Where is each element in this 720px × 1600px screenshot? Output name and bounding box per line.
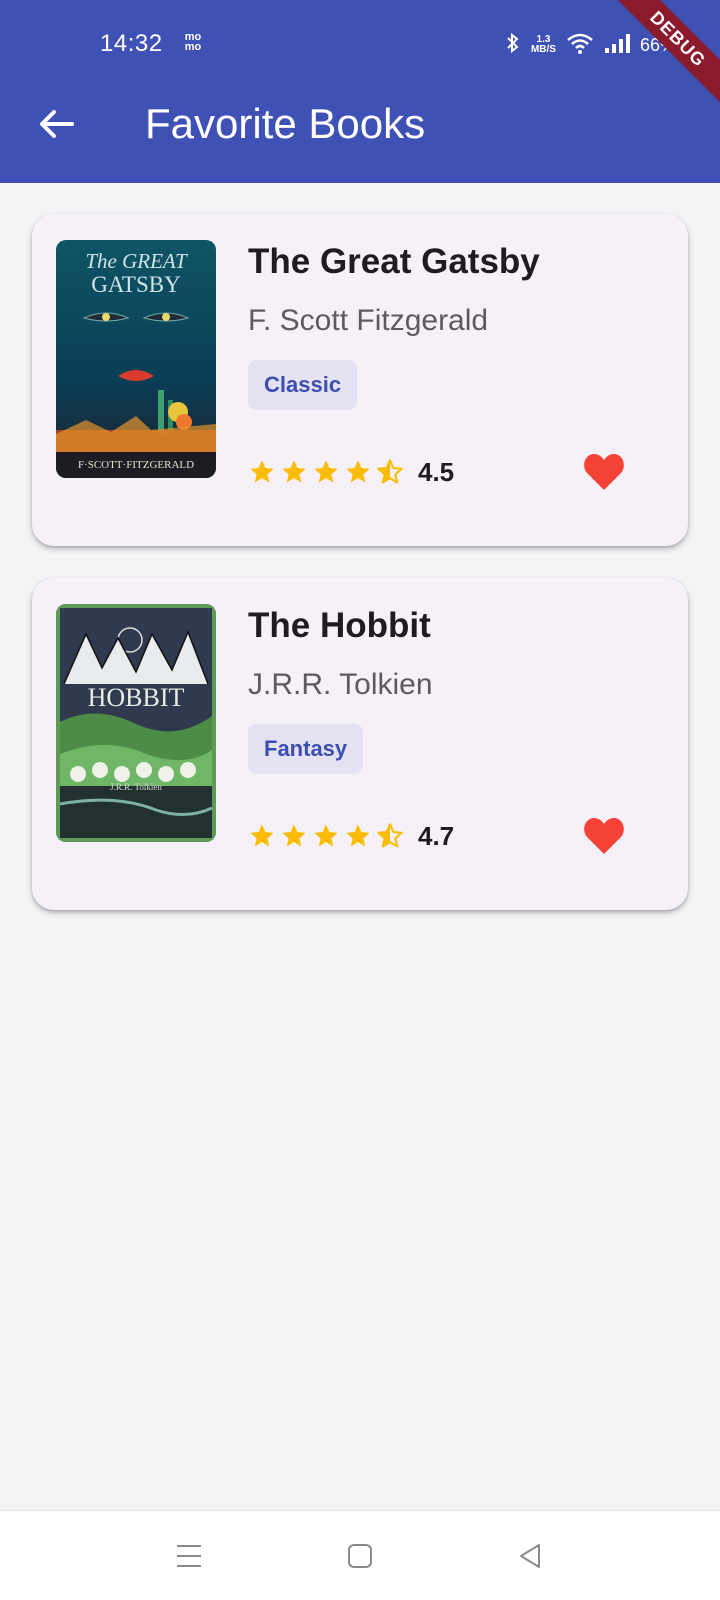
rating: 4.7	[248, 818, 454, 854]
cover-title: HOBBIT	[88, 683, 185, 712]
book-card[interactable]: HOBBIT J.R.R. Tolkien The Hobbit J.R.R. …	[32, 578, 688, 910]
rating-value: 4.7	[418, 820, 455, 851]
favorite-button[interactable]	[582, 450, 626, 494]
page-title: Favorite Books	[145, 100, 426, 147]
heart-icon	[584, 818, 624, 854]
cover-title-line2: GATSBY	[91, 272, 181, 297]
star-icon	[282, 460, 306, 483]
screen: 14:32 mo mo 1.3 MB/S 66% DEBUG Favorite …	[0, 0, 720, 1600]
star-icon	[314, 824, 338, 847]
wifi-icon	[566, 32, 594, 59]
heart-icon	[584, 454, 624, 490]
star-half-icon	[377, 459, 403, 484]
book-title: The Great Gatsby	[248, 242, 540, 281]
book-cover: The GREAT GATSBY F·SCOTT·FITZGERALD	[56, 240, 216, 478]
cover-author: F·SCOTT·FITZGERALD	[78, 459, 194, 471]
favorite-button[interactable]	[582, 814, 626, 858]
book-card[interactable]: The GREAT GATSBY F·SCOTT·FITZGERALD The …	[32, 214, 688, 546]
star-icon	[314, 460, 338, 483]
star-icon	[282, 824, 306, 847]
cover-author: J.R.R. Tolkien	[110, 782, 162, 792]
star-icon	[250, 460, 274, 483]
network-speed: 1.3 MB/S	[531, 35, 556, 55]
rating: 4.5	[248, 454, 454, 490]
star-icon	[346, 460, 370, 483]
carrier-badge-bottom: mo	[184, 41, 202, 53]
genre-chip: Fantasy	[248, 724, 364, 774]
status-time: 14:32	[100, 30, 163, 57]
book-author: J.R.R. Tolkien	[248, 668, 433, 701]
network-speed-unit: MB/S	[530, 44, 556, 55]
menu-icon	[177, 1545, 201, 1567]
system-nav-bar	[0, 1510, 720, 1600]
cell-signal-icon	[604, 32, 630, 59]
app-bar: 14:32 mo mo 1.3 MB/S 66% DEBUG Favorite …	[0, 0, 720, 183]
genre-chip: Classic	[248, 360, 358, 410]
book-list: The GREAT GATSBY F·SCOTT·FITZGERALD The …	[32, 214, 688, 942]
back-button[interactable]	[36, 104, 76, 144]
status-icons: 1.3 MB/S 66%	[505, 30, 676, 60]
star-icon	[250, 824, 274, 847]
star-icon	[346, 824, 370, 847]
cover-title-line1: The GREAT	[85, 249, 188, 273]
nav-back-button[interactable]	[513, 1539, 547, 1573]
status-bar: 14:32 mo mo 1.3 MB/S 66%	[0, 0, 720, 90]
home-square-icon	[348, 1544, 372, 1568]
star-half-icon	[377, 823, 403, 848]
bluetooth-icon	[505, 32, 521, 59]
carrier-badge: mo mo	[182, 32, 204, 53]
back-triangle-icon	[520, 1544, 540, 1568]
rating-value: 4.5	[418, 456, 455, 487]
book-title: The Hobbit	[248, 606, 431, 645]
book-cover: HOBBIT J.R.R. Tolkien	[56, 604, 216, 842]
book-author: F. Scott Fitzgerald	[248, 304, 489, 337]
arrow-back-icon	[40, 110, 74, 138]
nav-menu-button[interactable]	[172, 1539, 206, 1573]
nav-home-button[interactable]	[343, 1539, 377, 1573]
